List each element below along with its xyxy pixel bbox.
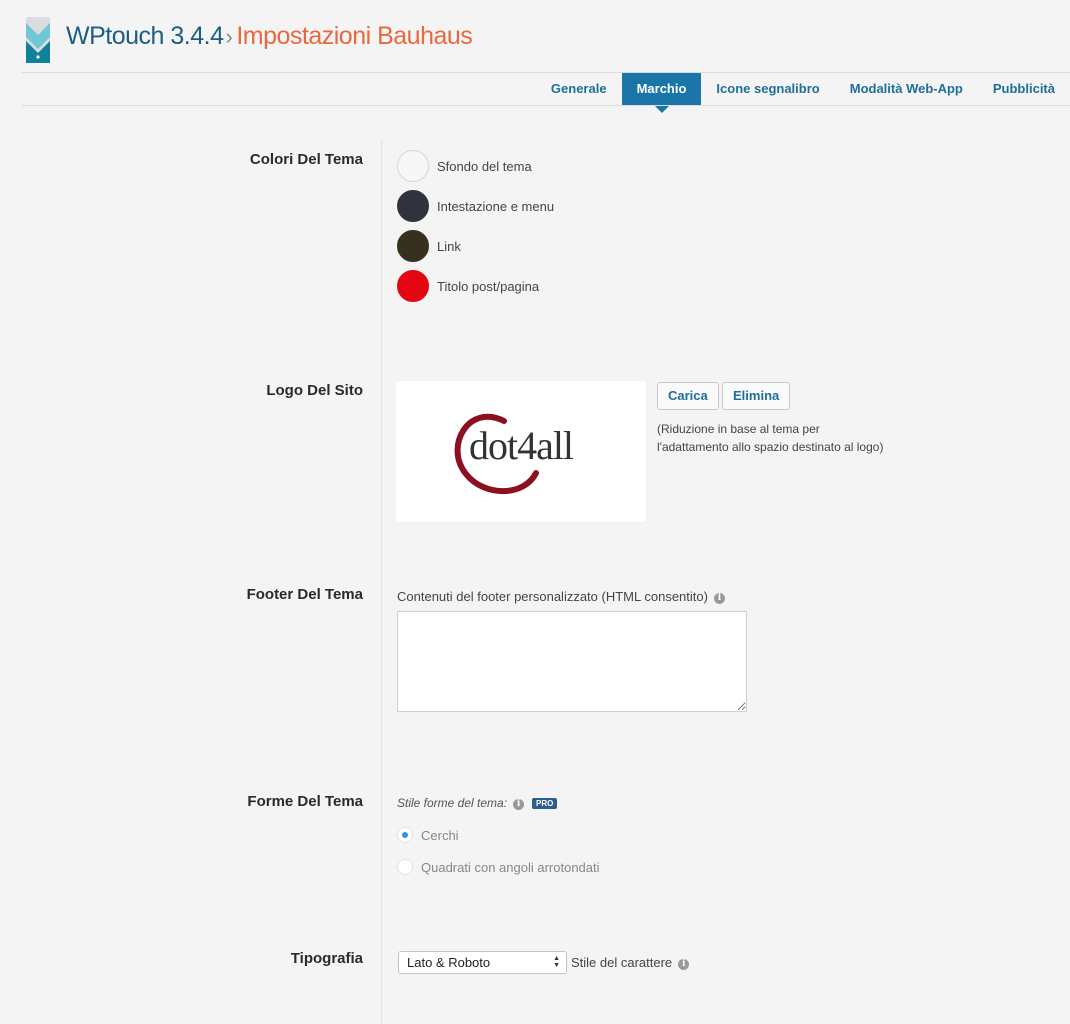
settings-tabs: Generale Marchio Icone segnalibro Modali… (536, 73, 1070, 113)
font-select-value: Lato & Roboto (407, 955, 491, 970)
color-swatch-post-title[interactable] (397, 270, 429, 302)
section-divider (381, 140, 382, 1024)
info-icon[interactable]: i (513, 799, 525, 810)
color-label-background: Sfondo del tema (437, 158, 532, 174)
logo-hint: (Riduzione in base al tema per l'adattam… (657, 420, 883, 456)
color-swatch-header-menu[interactable] (397, 190, 429, 222)
color-swatch-background[interactable] (397, 150, 429, 182)
color-row-header-menu: Intestazione e menu (397, 190, 554, 222)
footer-section-label: Footer Del Tema (246, 586, 363, 603)
page-header: WPtouch 3.4.4› Impostazioni Bauhaus (0, 0, 1070, 72)
color-label-link: Link (437, 238, 461, 254)
tab-icone-segnalibro[interactable]: Icone segnalibro (701, 73, 834, 105)
logo-hint-line1: (Riduzione in base al tema per (657, 422, 820, 436)
colors-section-label: Colori Del Tema (249, 151, 363, 168)
tab-modalita-web-app[interactable]: Modalità Web-App (835, 73, 978, 105)
site-logo-preview: dot4all (396, 381, 646, 522)
footer-content-textarea[interactable] (397, 611, 747, 712)
tab-marchio[interactable]: Marchio (621, 73, 702, 113)
settings-page-name: Impostazioni Bauhaus (236, 22, 473, 50)
footer-field-label-text: Contenuti del footer personalizzato (HTM… (397, 589, 708, 604)
logo-section-label: Logo Del Sito (266, 382, 363, 399)
radio-circles[interactable] (397, 827, 413, 843)
color-row-post-title: Titolo post/pagina (397, 270, 539, 302)
color-label-post-title: Titolo post/pagina (437, 278, 540, 294)
tab-generale[interactable]: Generale (536, 73, 622, 105)
app-name: WPtouch 3.4.4 (66, 22, 224, 50)
tabs-divider (22, 105, 1070, 106)
shape-option-circles[interactable]: Cerchi (397, 826, 459, 844)
upload-logo-button[interactable]: Carica (657, 382, 719, 410)
font-style-label: Stile del carattere i (571, 955, 690, 970)
site-logo-text: dot4all (469, 423, 574, 468)
logo-hint-line2: l'adattamento allo spazio destinato al l… (657, 440, 884, 454)
tab-pubblicita[interactable]: Pubblicità (978, 73, 1070, 105)
shapes-style-label-text: Stile forme del tema: (397, 796, 508, 810)
radio-rounded-squares[interactable] (397, 859, 413, 875)
delete-logo-button[interactable]: Elimina (722, 382, 791, 410)
wptouch-logo-icon (26, 17, 50, 63)
shapes-style-label: Stile forme del tema: i PRO (397, 796, 558, 810)
font-select[interactable]: Lato & Roboto ▲ ▼ (398, 951, 567, 974)
site-logo-image: dot4all (454, 413, 575, 495)
typography-section-label: Tipografia (290, 950, 363, 967)
select-arrows-icon: ▲ ▼ (553, 955, 560, 969)
color-swatch-link[interactable] (397, 230, 429, 262)
breadcrumb-separator: › (225, 24, 233, 49)
info-icon[interactable]: i (713, 593, 725, 604)
radio-circles-label: Cerchi (421, 827, 459, 843)
color-label-header-menu: Intestazione e menu (437, 198, 555, 214)
color-row-link: Link (397, 230, 461, 262)
shapes-section-label: Forme Del Tema (247, 793, 363, 810)
color-row-background: Sfondo del tema (397, 150, 532, 182)
shape-option-rounded-squares[interactable]: Quadrati con angoli arrotondati (397, 858, 600, 876)
font-style-label-text: Stile del carattere (571, 955, 673, 970)
footer-field-label: Contenuti del footer personalizzato (HTM… (397, 589, 725, 604)
info-icon[interactable]: i (678, 959, 690, 970)
page-title: WPtouch 3.4.4› Impostazioni Bauhaus (66, 22, 473, 51)
radio-rounded-squares-label: Quadrati con angoli arrotondati (421, 859, 600, 875)
pro-badge: PRO (532, 798, 558, 809)
